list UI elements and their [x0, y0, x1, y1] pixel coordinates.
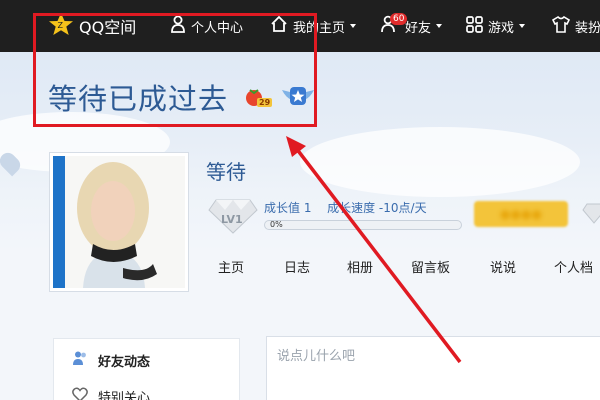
red-highlight-annotation [33, 13, 317, 127]
level-label: LV1 [221, 213, 243, 226]
growth-value: 成长值 1 [264, 201, 312, 215]
chevron-down-icon [519, 24, 526, 28]
tshirt-icon [551, 15, 571, 37]
friends-count-badge: 60 [390, 13, 408, 25]
cloud-decoration [300, 127, 580, 197]
nav-decorate[interactable]: 装扮 [551, 0, 600, 52]
nav-friends[interactable]: 60 好友 [380, 0, 443, 52]
nav-item-label: 好友 [405, 20, 432, 36]
heart-icon [72, 387, 88, 400]
avatar-frame[interactable] [49, 152, 189, 292]
chevron-down-icon [436, 24, 443, 28]
sidebar-item-special-care[interactable]: 特别关心 [54, 378, 240, 400]
tab-blog[interactable]: 日志 [284, 257, 310, 276]
growth-info: 成长值 1 成长速度 -10点/天 [264, 199, 427, 216]
nav-item-label: 游戏 [488, 20, 515, 36]
tab-shuoshuo[interactable]: 说说 [490, 257, 516, 276]
tab-album[interactable]: 相册 [347, 257, 373, 276]
sidebar-item-friend-feed[interactable]: 好友动态 [54, 342, 240, 378]
tab-message-board[interactable]: 留言板 [411, 257, 450, 276]
friends-feed-icon [72, 350, 88, 370]
grid-icon [466, 15, 483, 37]
avatar[interactable] [53, 156, 185, 288]
growth-progress-bar: 0% [264, 220, 462, 230]
nav-item-label: 装扮 [575, 20, 600, 36]
profile-username[interactable]: 等待 [206, 156, 246, 185]
sidebar-item-label: 好友动态 [98, 354, 151, 370]
progress-percent: 0% [270, 220, 283, 229]
composer-placeholder: 说点儿什么吧 [277, 349, 356, 364]
left-sidebar: 好友动态 特别关心 [53, 338, 240, 400]
diamond-icon[interactable] [582, 202, 600, 228]
level-diamond-icon[interactable]: LV1 [208, 198, 258, 238]
growth-speed: 成长速度 -10点/天 [327, 201, 427, 215]
tab-profile[interactable]: 个人档 [554, 257, 593, 276]
post-composer[interactable]: 说点儿什么吧 [266, 336, 600, 400]
tab-home[interactable]: 主页 [218, 257, 244, 276]
sidebar-item-label: 特别关心 [98, 390, 151, 400]
nav-games[interactable]: 游戏 [466, 0, 526, 52]
chevron-down-icon [350, 24, 357, 28]
vip-status-button[interactable]: ●●●● [474, 201, 568, 227]
